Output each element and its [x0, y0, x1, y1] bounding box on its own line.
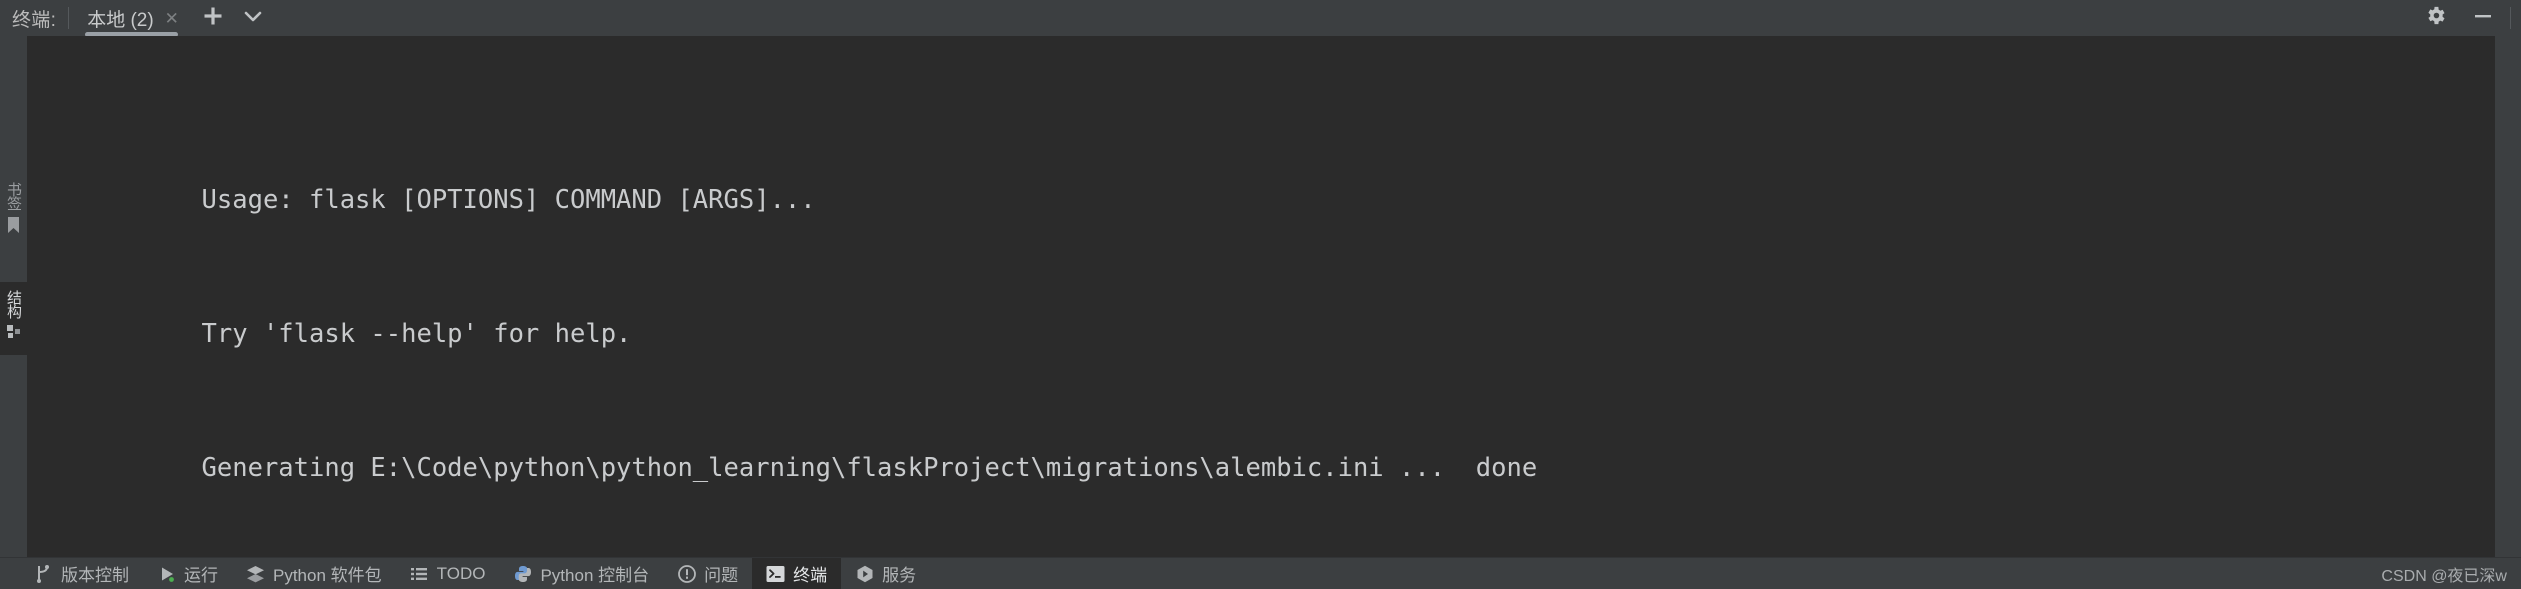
- branch-icon: [34, 564, 53, 583]
- terminal-tab-local[interactable]: 本地 (2) ✕: [73, 1, 190, 37]
- tool-window-header: 终端: 本地 (2) ✕: [0, 0, 2521, 37]
- status-item-python-console[interactable]: Python 控制台: [499, 558, 663, 589]
- status-item-problems[interactable]: 问题: [663, 558, 752, 589]
- ide-terminal-window: 终端: 本地 (2) ✕ 书签 结构 Usage: flask [OPTIONS…: [0, 0, 2521, 589]
- status-item-label: 服务: [882, 566, 917, 585]
- settings-button[interactable]: [2418, 3, 2452, 33]
- terminal-line-text: Generating E:\Code\python\python_learnin…: [201, 453, 1538, 483]
- minimize-button[interactable]: [2466, 3, 2500, 33]
- gear-icon: [2424, 4, 2447, 32]
- todo-list-icon: [410, 564, 429, 583]
- terminal-line: Usage: flask [OPTIONS] COMMAND [ARGS]...: [48, 151, 2495, 215]
- terminal-icon: [766, 564, 785, 583]
- status-item-run[interactable]: 运行: [143, 558, 232, 589]
- terminal-line-text: Usage: flask [OPTIONS] COMMAND [ARGS]...: [201, 185, 816, 215]
- header-right-actions: [2404, 0, 2521, 36]
- header-divider: [68, 7, 70, 29]
- terminal-list-dropdown-button[interactable]: [236, 3, 270, 33]
- bookmark-icon: [6, 216, 21, 239]
- terminal-line: Try 'flask --help' for help.: [48, 285, 2495, 349]
- body-area: 书签 结构 Usage: flask [OPTIONS] COMMAND [AR…: [0, 36, 2521, 557]
- status-item-label: Python 控制台: [540, 566, 650, 585]
- left-tool-rail: 书签 结构: [0, 36, 28, 557]
- status-item-label: 版本控制: [61, 566, 129, 585]
- status-item-services[interactable]: 服务: [841, 558, 930, 589]
- status-item-label: Python 软件包: [273, 566, 382, 585]
- run-icon: [157, 564, 176, 583]
- minimize-icon: [2471, 4, 2495, 33]
- terminal-line: Generating E:\Code\python\python_learnin…: [48, 419, 2495, 483]
- header-right-divider: [2510, 7, 2511, 29]
- rail-item-structure[interactable]: 结构: [0, 282, 27, 355]
- plus-icon: [202, 5, 224, 32]
- right-tool-rail: [2495, 36, 2521, 557]
- rail-label-bookmarks: 书签: [5, 182, 22, 210]
- status-item-label: 运行: [184, 566, 218, 585]
- status-bar: 版本控制 运行 Python 软件包 TODO Python 控制台 问题 终端…: [0, 557, 2521, 589]
- python-console-icon: [513, 564, 532, 583]
- warning-icon: [677, 564, 696, 583]
- packages-icon: [246, 564, 265, 583]
- status-item-label: 终端: [793, 566, 828, 585]
- terminal-scrollbar[interactable]: [2471, 36, 2495, 557]
- status-item-label: TODO: [436, 563, 486, 583]
- watermark: CSDN @夜已深w: [2381, 567, 2507, 585]
- status-item-python-packages[interactable]: Python 软件包: [232, 558, 396, 589]
- status-item-terminal[interactable]: 终端: [752, 558, 842, 589]
- rail-label-structure: 结构: [5, 290, 22, 318]
- terminal-tab-label: 本地 (2): [87, 9, 154, 31]
- chevron-down-icon: [241, 4, 265, 33]
- status-item-version-control[interactable]: 版本控制: [20, 558, 143, 589]
- terminal-line-text: Try 'flask --help' for help.: [201, 319, 632, 349]
- close-icon[interactable]: ✕: [164, 10, 180, 27]
- services-icon: [855, 564, 874, 583]
- rail-item-bookmarks[interactable]: 书签: [0, 182, 27, 239]
- status-item-label: 问题: [704, 566, 739, 585]
- tool-window-title: 终端:: [12, 9, 57, 31]
- terminal-output-pane[interactable]: Usage: flask [OPTIONS] COMMAND [ARGS]...…: [28, 36, 2495, 557]
- new-terminal-button[interactable]: [196, 3, 230, 33]
- status-item-todo[interactable]: TODO: [396, 558, 500, 589]
- structure-icon: [6, 324, 22, 345]
- terminal-lines: Usage: flask [OPTIONS] COMMAND [ARGS]...…: [48, 50, 2495, 557]
